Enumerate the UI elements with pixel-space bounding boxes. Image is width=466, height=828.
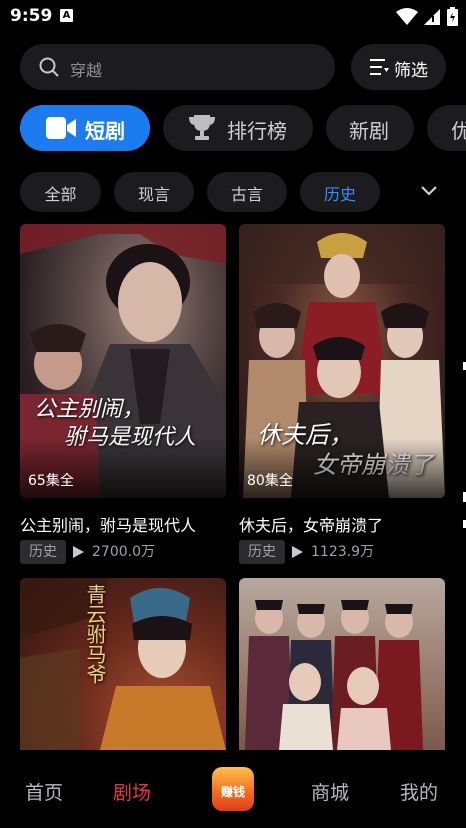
view-count: 1123.9万 [311,544,374,560]
chip-ancient-romance[interactable]: 古言 [207,172,287,212]
genre-tag: 历史 [20,540,66,564]
tab-label: 优 [451,119,466,143]
chip-label: 古言 [230,185,263,204]
tab-new-drama[interactable]: 新剧 [326,105,414,151]
tab-label: 新剧 [349,119,389,143]
search-input[interactable]: 穿越 [20,44,335,90]
chip-all[interactable]: 全部 [20,172,101,212]
tab-label: 排行榜 [227,119,287,143]
poster-figure [245,600,423,750]
episode-count: 80集全 [247,473,293,489]
play-icon [292,546,303,558]
nav-profile[interactable]: 我的 [400,778,438,805]
drama-card[interactable]: 青云驸马爷 [20,578,226,750]
status-time: 9:59 [10,6,53,26]
drama-poster[interactable]: 青云驸马爷 [20,578,226,750]
status-bar: 9:59 A [0,0,466,34]
trophy-icon [189,115,215,140]
poster-title-line: 公主别闹， [34,397,145,422]
drama-poster[interactable]: 公主别闹， 驸马是现代人 65集全 [20,224,226,498]
filter-icon [370,59,389,75]
signal-icon [424,8,440,25]
chip-label: 现言 [137,185,170,204]
category-tabs: 短剧 排行榜 新剧 优 [0,105,466,151]
tab-ranking[interactable]: 排行榜 [163,105,313,151]
wifi-icon [396,7,418,25]
chip-modern-romance[interactable]: 现言 [114,172,194,212]
tab-short-drama[interactable]: 短剧 [20,105,150,151]
status-icons [396,7,458,26]
drama-card[interactable]: 休夫后， 女帝崩溃了 80集全 休夫后，女帝崩溃了 历史 1123.9万 [239,224,445,564]
episode-count: 65集全 [28,473,74,489]
notification-a-icon: A [60,9,73,22]
search-icon [39,57,59,77]
nav-mall[interactable]: 商城 [311,778,349,805]
video-camera-icon [46,117,76,139]
chip-history[interactable]: 历史 [300,172,380,212]
nav-home[interactable]: 首页 [25,778,63,805]
drama-card[interactable]: 公主别闹， 驸马是现代人 65集全 公主别闹，驸马是现代人 历史 2700.0万 [20,224,226,564]
chip-label: 全部 [44,185,77,204]
tab-more[interactable]: 优 [427,105,466,151]
bottom-nav: 首页 剧场 赚钱 商城 我的 [0,750,466,828]
battery-icon [447,7,458,26]
poster-title: 青云驸马爷 [83,584,107,684]
nav-theater[interactable]: 剧场 [113,778,151,805]
poster-figure [20,578,226,750]
nav-earn-button[interactable]: 赚钱 [212,767,254,811]
drama-title: 公主别闹，驸马是现代人 [20,516,197,535]
earn-label: 赚钱 [220,785,245,799]
genre-chips: 全部 现言 古言 历史 [0,172,466,212]
tab-label: 短剧 [85,119,125,143]
view-count: 2700.0万 [92,544,155,560]
drama-card[interactable] [239,578,445,750]
search-placeholder: 穿越 [70,61,103,80]
chip-label: 历史 [323,185,356,204]
search-row: 穿越 筛选 [20,44,446,90]
play-icon [73,546,84,558]
filter-button[interactable]: 筛选 [351,44,446,90]
drama-poster[interactable] [239,578,445,750]
chevron-down-icon[interactable] [420,184,438,198]
filter-label: 筛选 [394,61,428,81]
genre-tag: 历史 [239,540,285,564]
drama-poster[interactable]: 休夫后， 女帝崩溃了 80集全 [239,224,445,498]
drama-title: 休夫后，女帝崩溃了 [239,516,384,535]
